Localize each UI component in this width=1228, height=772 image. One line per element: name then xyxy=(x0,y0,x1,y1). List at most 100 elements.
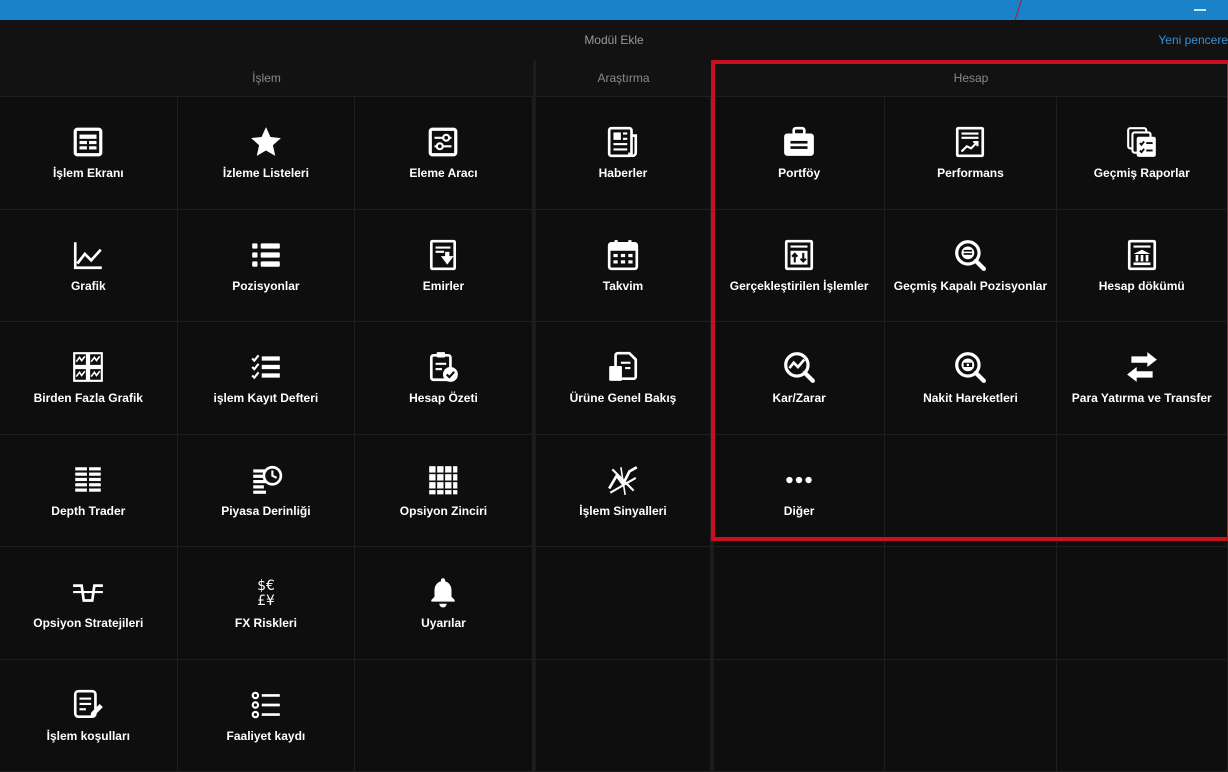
module-tile-birden-fazla-grafik[interactable]: Birden Fazla Grafik xyxy=(0,322,178,435)
module-tile-label: Grafik xyxy=(70,278,106,293)
bank-statement-icon xyxy=(1124,237,1160,273)
module-tile-takvim[interactable]: Takvim xyxy=(536,209,711,322)
module-tile-opsiyon-stratejileri[interactable]: Opsiyon Stratejileri xyxy=(0,547,178,660)
currency-icon: $€ £¥ xyxy=(248,574,284,610)
empty-cell xyxy=(885,434,1057,547)
module-tile-pozisyonlar[interactable]: Pozisyonlar xyxy=(177,209,356,322)
performance-icon xyxy=(952,124,988,160)
module-tile-label: Birden Fazla Grafik xyxy=(33,391,143,406)
empty-cell xyxy=(714,659,886,772)
module-tile-izleme-listeleri[interactable]: İzleme Listeleri xyxy=(177,97,356,210)
search-chart-icon xyxy=(781,349,817,385)
module-tile-label: Portföy xyxy=(778,166,821,181)
module-tile-label: İşlem Sinyalleri xyxy=(579,503,667,518)
module-tile-hesap-dokumu[interactable]: Hesap dökümü xyxy=(1056,209,1228,322)
window-top-bar xyxy=(0,0,1228,20)
module-tile-para-yatirma-ve-transfer[interactable]: Para Yatırma ve Transfer xyxy=(1056,322,1228,435)
module-tile-label: Pozisyonlar xyxy=(232,278,300,293)
module-tile-label: Depth Trader xyxy=(51,503,126,518)
module-tile-piyasa-derinligi[interactable]: Piyasa Derinliği xyxy=(177,434,356,547)
module-tile-label: Emirler xyxy=(422,278,465,293)
module-tile-label: FX Riskleri xyxy=(234,616,297,631)
module-tile-label: Opsiyon Stratejileri xyxy=(33,616,144,631)
module-tile-emirler[interactable]: Emirler xyxy=(355,209,533,322)
module-tile-islem-kayit-defteri[interactable]: işlem Kayıt Defteri xyxy=(177,322,356,435)
module-tile-label: Kar/Zarar xyxy=(772,391,826,406)
bullet-list-icon xyxy=(248,687,284,723)
multi-chart-icon xyxy=(70,349,106,385)
minimize-icon[interactable] xyxy=(1194,9,1206,11)
empty-cell xyxy=(885,659,1057,772)
section-header-islem: İşlem xyxy=(0,60,533,97)
module-tile-islem-kosullari[interactable]: İşlem koşulları xyxy=(0,659,178,772)
filter-sliders-icon xyxy=(425,124,461,160)
module-tile-label: Piyasa Derinliği xyxy=(221,503,311,518)
module-tile-urune-genel-bakis[interactable]: Ürüne Genel Bakış xyxy=(536,322,711,435)
module-tile-hesap-ozeti[interactable]: Hesap Özeti xyxy=(355,322,533,435)
news-icon xyxy=(605,124,641,160)
module-tile-label: İşlem koşulları xyxy=(46,728,130,743)
module-tile-grafik[interactable]: Grafik xyxy=(0,209,178,322)
module-tile-diger[interactable]: Diğer xyxy=(714,434,886,547)
module-tile-label: Geçmiş Kapalı Pozisyonlar xyxy=(893,278,1048,293)
empty-cell xyxy=(1056,434,1228,547)
module-tile-label: işlem Kayıt Defteri xyxy=(213,391,319,406)
module-tile-label: Para Yatırma ve Transfer xyxy=(1071,391,1212,406)
module-tile-uyarilar[interactable]: Uyarılar xyxy=(355,547,533,660)
module-tile-depth-trader[interactable]: Depth Trader xyxy=(0,434,178,547)
module-tile-label: Opsiyon Zinciri xyxy=(399,503,488,518)
clipboard-check-icon xyxy=(425,349,461,385)
module-tile-label: Uyarılar xyxy=(421,616,466,631)
empty-cell xyxy=(1056,659,1228,772)
module-tile-gecmis-raporlar[interactable]: Geçmiş Raporlar xyxy=(1056,97,1228,210)
module-tile-performans[interactable]: Performans xyxy=(885,97,1057,210)
module-title-bar: Modül Ekle Yeni pencere xyxy=(0,20,1228,61)
module-tile-opsiyon-zinciri[interactable]: Opsiyon Zinciri xyxy=(355,434,533,547)
checklist-icon xyxy=(248,349,284,385)
module-tile-gecmis-kapali-pozisyonlar[interactable]: Geçmiş Kapalı Pozisyonlar xyxy=(885,209,1057,322)
list-icon xyxy=(248,237,284,273)
module-tile-portfoy[interactable]: Portföy xyxy=(714,97,886,210)
module-tile-label: Nakit Hareketleri xyxy=(923,391,1018,406)
calendar-icon xyxy=(605,237,641,273)
module-tile-haberler[interactable]: Haberler xyxy=(536,97,711,210)
module-tile-label: İşlem Ekranı xyxy=(52,166,124,181)
module-tile-label: Hesap Özeti xyxy=(409,391,478,406)
empty-cell xyxy=(1056,547,1228,660)
signals-icon xyxy=(605,462,641,498)
svg-text:$€: $€ xyxy=(257,578,275,594)
module-tile-gerceklestirilen-islemler[interactable]: Gerçekleştirilen İşlemler xyxy=(714,209,886,322)
module-tile-label: Faaliyet kaydı xyxy=(226,728,306,743)
module-tile-label: Diğer xyxy=(783,503,815,518)
line-chart-icon xyxy=(70,237,106,273)
module-tile-kar-zarar[interactable]: Kar/Zarar xyxy=(714,322,886,435)
module-tile-islem-sinyalleri[interactable]: İşlem Sinyalleri xyxy=(536,434,711,547)
svg-text:£¥: £¥ xyxy=(257,593,275,609)
transfer-arrows-icon xyxy=(1124,349,1160,385)
empty-cell xyxy=(355,659,533,772)
module-tile-label: Hesap dökümü xyxy=(1098,278,1185,293)
window-title: Modül Ekle xyxy=(584,33,644,47)
empty-cell xyxy=(536,659,711,772)
module-tile-fx-riskleri[interactable]: $€ £¥ FX Riskleri xyxy=(177,547,356,660)
bell-icon xyxy=(425,574,461,610)
section-header-arastirma: Araştırma xyxy=(536,60,711,97)
reports-icon xyxy=(1124,124,1160,160)
option-strategy-icon xyxy=(70,574,106,610)
module-tile-faaliyet-kaydi[interactable]: Faaliyet kaydı xyxy=(177,659,356,772)
module-tile-label: Geçmiş Raporlar xyxy=(1093,166,1190,181)
module-tile-eleme-araci[interactable]: Eleme Aracı xyxy=(355,97,533,210)
module-tile-islem-ekrani[interactable]: İşlem Ekranı xyxy=(0,97,178,210)
module-tile-label: Gerçekleştirilen İşlemler xyxy=(729,278,869,293)
trading-screen-icon xyxy=(70,124,106,160)
empty-cell xyxy=(714,547,886,660)
new-window-link[interactable]: Yeni pencere xyxy=(1158,33,1228,47)
module-tile-label: Performans xyxy=(937,166,1004,181)
module-tile-nakit-hareketleri[interactable]: Nakit Hareketleri xyxy=(885,322,1057,435)
star-icon xyxy=(248,124,284,160)
arastirma-module-grid: Haberler Takvim Ürüne Genel Bakış İşlem Sin… xyxy=(536,97,711,772)
module-tile-label: Haberler xyxy=(598,166,648,181)
empty-cell xyxy=(536,547,711,660)
hesap-module-grid: Portföy Performans Geçmiş Raporlar Gerçekle… xyxy=(714,97,1228,772)
module-tile-label: Takvim xyxy=(602,278,644,293)
